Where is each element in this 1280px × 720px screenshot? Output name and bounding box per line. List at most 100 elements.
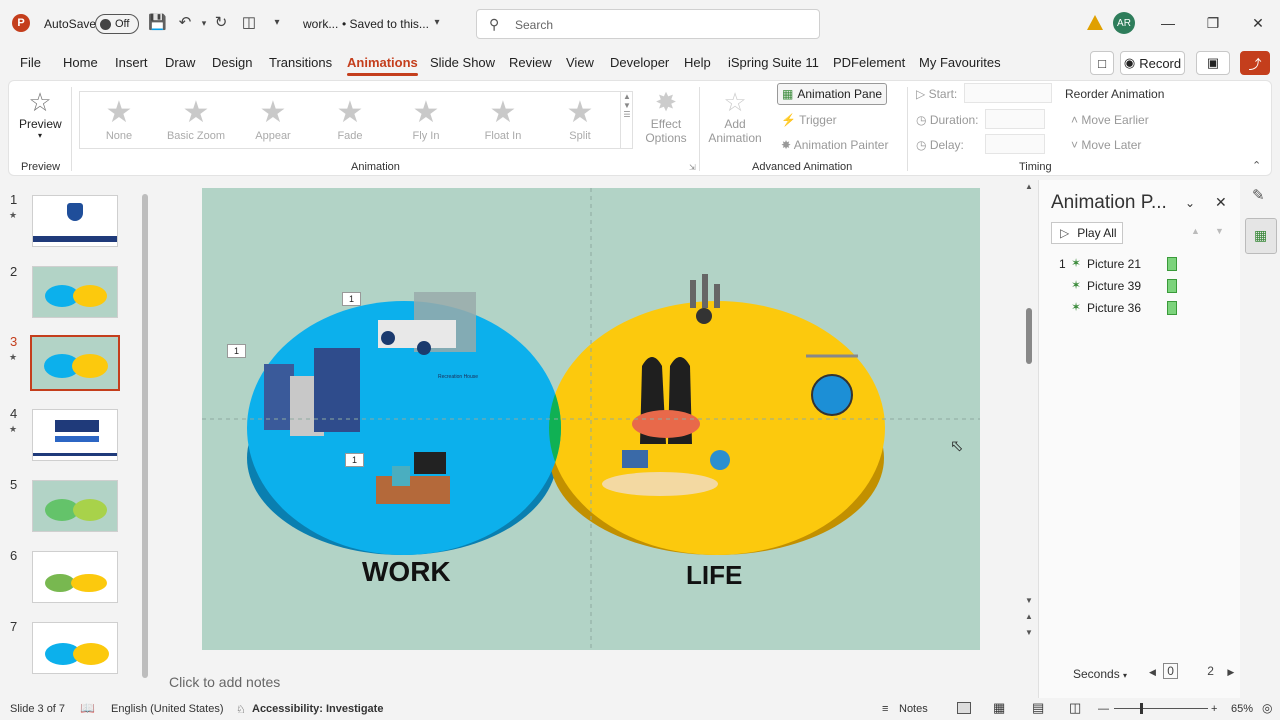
seconds-dropdown[interactable]: Seconds ▾ xyxy=(1073,667,1127,681)
thumbnail-scrollbar[interactable] xyxy=(142,186,150,682)
slide-thumbnail-2[interactable] xyxy=(32,266,118,318)
designer-icon[interactable]: ✎ xyxy=(1252,186,1265,204)
life-label[interactable]: LIFE xyxy=(686,560,742,591)
animation-pane-toggle[interactable]: ▦ xyxy=(1245,218,1277,254)
spellcheck-icon[interactable]: 📖 xyxy=(80,701,95,715)
minimize-icon[interactable]: — xyxy=(1158,13,1178,33)
record-button[interactable]: ◉ Record xyxy=(1120,51,1185,75)
effect-options-button[interactable]: ✸ Effect Options xyxy=(641,87,691,145)
chevron-down-icon[interactable]: ⌄ xyxy=(1185,196,1195,210)
animation-list-item[interactable]: ✶ Picture 39 xyxy=(1051,276,1231,296)
tab-draw[interactable]: Draw xyxy=(165,55,195,70)
scrollbar-thumb[interactable] xyxy=(142,194,148,678)
close-icon[interactable]: ✕ xyxy=(1248,13,1268,33)
animation-tag[interactable]: 1 xyxy=(342,292,361,306)
tab-slide-show[interactable]: Slide Show xyxy=(430,55,495,70)
tab-transitions[interactable]: Transitions xyxy=(269,55,332,70)
slideshow-icon[interactable]: ◫ xyxy=(1069,700,1081,716)
tab-pdfelement[interactable]: PDFelement xyxy=(833,55,905,70)
scroll-up-icon[interactable]: ▲ xyxy=(1025,182,1033,191)
timing-bar[interactable] xyxy=(1167,279,1177,293)
slide-thumbnail-5[interactable] xyxy=(32,480,118,532)
tab-file[interactable]: File xyxy=(20,55,41,70)
zoom-out-icon[interactable]: — xyxy=(1098,703,1109,715)
customize-toolbar-icon[interactable]: ▾ xyxy=(268,14,286,32)
slide-thumbnail-4[interactable] xyxy=(32,409,118,461)
comments-button[interactable]: □ xyxy=(1090,51,1114,75)
slide-thumbnail-6[interactable] xyxy=(32,551,118,603)
accessibility-status[interactable]: Accessibility: Investigate xyxy=(252,703,383,715)
slide-thumbnail-7[interactable] xyxy=(32,622,118,674)
previous-slide-icon[interactable]: ▲ xyxy=(1025,612,1033,621)
tab-my-favourites[interactable]: My Favourites xyxy=(919,55,1001,70)
life-disc[interactable] xyxy=(549,301,885,555)
move-later-button[interactable]: ˅ Move Later xyxy=(1071,138,1141,152)
language-indicator[interactable]: English (United States) xyxy=(111,703,224,715)
present-from-start-icon[interactable]: ◫ xyxy=(240,14,258,32)
timeline-right-icon[interactable]: ▶ xyxy=(1227,667,1234,677)
tab-ispring[interactable]: iSpring Suite 11 xyxy=(728,55,819,70)
collapse-ribbon-icon[interactable]: ⌃ xyxy=(1252,159,1261,172)
tab-design[interactable]: Design xyxy=(212,55,252,70)
animation-basic-zoom[interactable]: ★ Basic Zoom xyxy=(166,96,226,142)
tab-animations[interactable]: Animations xyxy=(347,55,418,76)
undo-dropdown-icon[interactable]: ▾ xyxy=(195,14,213,32)
animation-list-item[interactable]: 1 ✶ Picture 21 xyxy=(1051,254,1231,274)
animation-split[interactable]: ★ Split xyxy=(550,96,610,142)
scrollbar-thumb[interactable] xyxy=(1026,308,1032,364)
notes-button[interactable]: Notes xyxy=(899,703,928,715)
avatar[interactable]: AR xyxy=(1113,12,1135,34)
animation-tag[interactable]: 1 xyxy=(227,344,246,358)
animation-none[interactable]: ★ None xyxy=(89,96,149,142)
slide-canvas[interactable]: 1 1 1 Recreation House WORK LIFE xyxy=(202,188,980,650)
slide-sorter-icon[interactable]: ▦ xyxy=(993,700,1005,716)
start-select[interactable] xyxy=(964,83,1052,103)
restore-icon[interactable]: ❐ xyxy=(1203,13,1223,33)
move-up-icon[interactable]: ▲ xyxy=(1191,226,1200,236)
fit-to-window-icon[interactable]: ◎ xyxy=(1262,701,1272,715)
document-title[interactable]: work... xyxy=(303,17,338,31)
tab-home[interactable]: Home xyxy=(63,55,98,70)
timeline-left-icon[interactable]: ◀ xyxy=(1149,667,1156,677)
tab-insert[interactable]: Insert xyxy=(115,55,148,70)
next-slide-icon[interactable]: ▼ xyxy=(1025,628,1033,637)
redo-icon[interactable]: ↻ xyxy=(212,14,230,32)
animation-appear[interactable]: ★ Appear xyxy=(243,96,303,142)
normal-view-icon[interactable] xyxy=(957,702,971,714)
close-icon[interactable]: ✕ xyxy=(1215,194,1227,211)
zoom-slider-thumb[interactable] xyxy=(1140,703,1143,714)
reading-view-icon[interactable]: ▤ xyxy=(1032,700,1044,716)
tab-help[interactable]: Help xyxy=(684,55,711,70)
scroll-down-icon[interactable]: ▼ xyxy=(1025,596,1033,605)
timeline-scale[interactable]: ◀ 0 2 ▶ xyxy=(1149,663,1234,679)
zoom-level[interactable]: 65% xyxy=(1231,703,1253,715)
add-animation-button[interactable]: ☆ Add Animation xyxy=(705,87,765,145)
duration-input[interactable] xyxy=(985,109,1045,129)
move-down-icon[interactable]: ▼ xyxy=(1215,226,1224,236)
warning-icon[interactable] xyxy=(1087,15,1103,30)
tab-view[interactable]: View xyxy=(566,55,594,70)
animation-pane-button[interactable]: ▦ Animation Pane xyxy=(777,83,887,105)
zoom-slider[interactable] xyxy=(1114,703,1208,714)
present-teams-button[interactable]: ▣ xyxy=(1196,51,1230,75)
animation-fade[interactable]: ★ Fade xyxy=(320,96,380,142)
beach-ball-icon[interactable] xyxy=(710,450,730,470)
gallery-scroll[interactable]: ▲ ▼ ☰ xyxy=(620,92,633,148)
autosave-toggle[interactable]: Off xyxy=(95,14,139,34)
chevron-down-icon[interactable]: ▾ xyxy=(428,14,446,32)
slide-scrollbar[interactable]: ▲ ▼ ▲ ▼ xyxy=(1022,182,1036,644)
notes-area[interactable]: Click to add notes xyxy=(155,666,1035,696)
preview-button[interactable]: ☆ Preview ▾ xyxy=(19,87,62,140)
work-label[interactable]: WORK xyxy=(362,556,451,588)
undo-icon[interactable]: ↶ xyxy=(176,14,194,32)
tab-developer[interactable]: Developer xyxy=(610,55,669,70)
dialog-launcher-icon[interactable]: ⇲ xyxy=(689,163,696,172)
timing-bar[interactable] xyxy=(1167,257,1177,271)
animation-tag[interactable]: 1 xyxy=(345,453,364,467)
slide-thumbnail-1[interactable] xyxy=(32,195,118,247)
zoom-in-icon[interactable]: + xyxy=(1211,703,1217,715)
animation-list-item[interactable]: ✶ Picture 36 xyxy=(1051,298,1231,318)
slide-thumbnail-3[interactable] xyxy=(30,335,120,391)
trigger-button[interactable]: ⚡ Trigger xyxy=(781,113,837,127)
delay-input[interactable] xyxy=(985,134,1045,154)
